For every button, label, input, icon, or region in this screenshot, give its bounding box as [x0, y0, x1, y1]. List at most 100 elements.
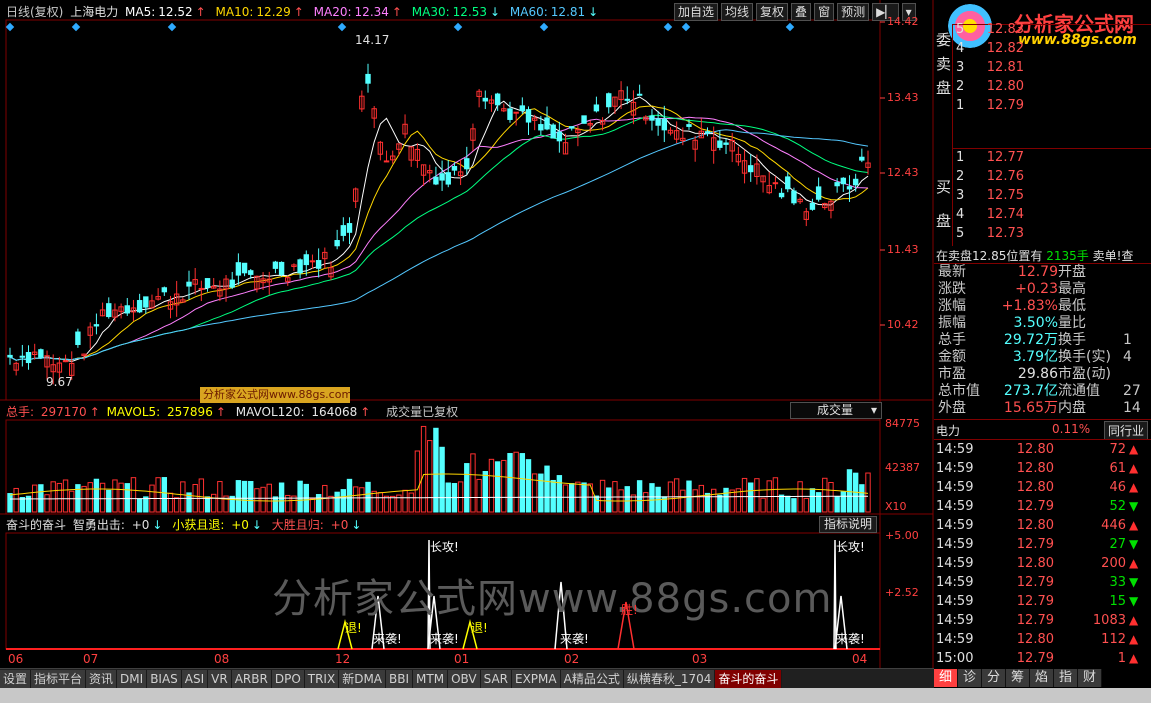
volume-bar	[359, 487, 365, 513]
tick-volume: 33	[1109, 575, 1126, 590]
volume-bar	[439, 446, 445, 513]
volume-bar	[519, 453, 526, 513]
panel-divider	[934, 419, 1151, 420]
indicator-tab[interactable]: ARBR	[231, 670, 272, 688]
level-number: 3	[956, 60, 965, 75]
restore-rights-button[interactable]: 复权	[756, 3, 789, 21]
tick-price: 12.80	[1016, 632, 1054, 647]
add-favorite-button[interactable]: 加自选	[674, 3, 719, 21]
volume-bar	[624, 486, 630, 513]
indicator-tab[interactable]: 资讯	[86, 670, 118, 688]
x-axis-label: 04	[852, 652, 868, 666]
buy-level-row[interactable]: 4 12.74	[934, 205, 1151, 224]
volume-bar	[414, 450, 421, 513]
tick-row: 14:59 12.80 61 ▲	[934, 459, 1151, 478]
stock-name: 上海电力	[70, 5, 119, 19]
candle-body	[464, 158, 470, 170]
candle-body	[834, 182, 840, 187]
candle-body	[186, 281, 192, 287]
indicator-tab[interactable]: EXPMA	[512, 670, 561, 688]
candle-body	[272, 261, 279, 269]
buy-level-row[interactable]: 3 12.75	[934, 186, 1151, 205]
ma10-line	[9, 105, 869, 361]
indicator-tab[interactable]: DPO	[271, 670, 305, 688]
sell-level-row[interactable]: 1 12.79	[934, 96, 1151, 115]
tick-time: 14:59	[936, 594, 974, 609]
tick-time: 14:59	[936, 442, 974, 457]
ma60-line	[9, 129, 869, 361]
same-industry-button[interactable]: 同行业	[1104, 421, 1149, 440]
buy-level-row[interactable]: 2 12.76	[934, 167, 1151, 186]
indicator-tab[interactable]: A精品公式	[560, 670, 624, 688]
candle-body	[686, 124, 692, 127]
tick-row: 14:59 12.79 15 ▼	[934, 592, 1151, 611]
indicator-tab[interactable]: 新DMA	[339, 670, 387, 688]
indicator-tab[interactable]: 指标平台	[31, 670, 87, 688]
indicator-tab[interactable]: VR	[208, 670, 232, 688]
candle-body	[136, 300, 143, 313]
indicator-tab[interactable]: 纵横春秋_1704	[623, 670, 716, 688]
arrow-up-icon: ▲	[1129, 651, 1139, 665]
volume-bar	[427, 440, 433, 513]
indicator-tab[interactable]: DMI	[117, 670, 148, 688]
volume-bar	[828, 482, 834, 513]
volume-bar	[457, 481, 464, 513]
tick-volume: 15	[1109, 594, 1126, 609]
sell-level-row[interactable]: 5 12.83	[934, 20, 1151, 39]
volume-bar	[538, 473, 544, 513]
candle-body	[624, 98, 630, 101]
indicator-tab[interactable]: BIAS	[147, 670, 182, 688]
quote-stat-row: 市盈 29.86 市盈(动)	[938, 366, 1151, 383]
stat-label: 内盘	[1058, 400, 1086, 416]
order-alert-line: 在卖盘12.85位置有 2135手 卖单!查	[936, 249, 1134, 263]
sell-level-row[interactable]: 3 12.81	[934, 58, 1151, 77]
tick-row: 14:59 12.79 52 ▼	[934, 497, 1151, 516]
indicator-tab[interactable]: MTM	[413, 670, 449, 688]
quote-stat-row: 涨跌 +0.23 最高	[938, 281, 1151, 298]
quote-stat-row: 振幅 3.50% 量比	[938, 315, 1151, 332]
buy-level-row[interactable]: 5 12.73	[934, 224, 1151, 243]
stat-label: 最低	[1058, 298, 1086, 314]
mavol120-line	[10, 495, 868, 500]
overlay-button[interactable]: 叠	[791, 3, 812, 21]
ma-line-button[interactable]: 均线	[721, 3, 754, 21]
arrow-up-icon: ▲	[1129, 632, 1139, 646]
x-axis-label: 02	[564, 652, 580, 666]
sell-level-row[interactable]: 2 12.80	[934, 77, 1151, 96]
indicator-tab[interactable]: OBV	[448, 670, 481, 688]
sell-level-row[interactable]: 4 12.82	[934, 39, 1151, 58]
volume-bar	[636, 480, 643, 513]
period-label[interactable]: 日线(复权)	[6, 5, 63, 19]
candle-body	[852, 178, 859, 186]
indicator-tab[interactable]: TRIX	[304, 670, 340, 688]
volume-bar	[741, 477, 748, 513]
volume-bar	[643, 492, 649, 513]
volume-select[interactable]: 成交量 ▾	[790, 402, 882, 419]
buy-level-row[interactable]: 1 12.77	[934, 148, 1151, 167]
indicator-tab[interactable]: SAR	[480, 670, 512, 688]
indicator-tab[interactable]: 设置	[0, 670, 32, 688]
window-button[interactable]: 窗	[814, 3, 835, 21]
predict-button[interactable]: 预测	[837, 3, 870, 21]
candle-body	[772, 182, 779, 185]
candle-body	[778, 192, 785, 198]
stat-label: 市盈	[938, 366, 966, 382]
quote-stat-row: 外盘 15.65万 内盘 14	[938, 400, 1151, 417]
candle-body	[723, 142, 729, 145]
tick-row: 14:59 12.79 27 ▼	[934, 535, 1151, 554]
indicator-help-button[interactable]: 指标说明	[819, 516, 877, 533]
signal-diamond	[71, 22, 81, 32]
indicator-tab[interactable]: 奋斗的奋斗	[715, 670, 783, 688]
indicator-tab[interactable]: ASI	[181, 670, 209, 688]
stat-value: 29.72万	[1003, 332, 1058, 348]
volume-bar	[846, 469, 853, 513]
volume-bar	[136, 498, 143, 513]
volume-bar	[433, 427, 439, 513]
arrow-up-icon: ▲	[1129, 613, 1139, 627]
ma5-line	[9, 96, 869, 363]
signal-label: 来袭!	[560, 632, 589, 646]
volume-bar	[698, 484, 705, 513]
indicator-tab[interactable]: BBI	[386, 670, 414, 688]
volume-bar	[13, 487, 19, 513]
volume-bar	[482, 471, 488, 513]
